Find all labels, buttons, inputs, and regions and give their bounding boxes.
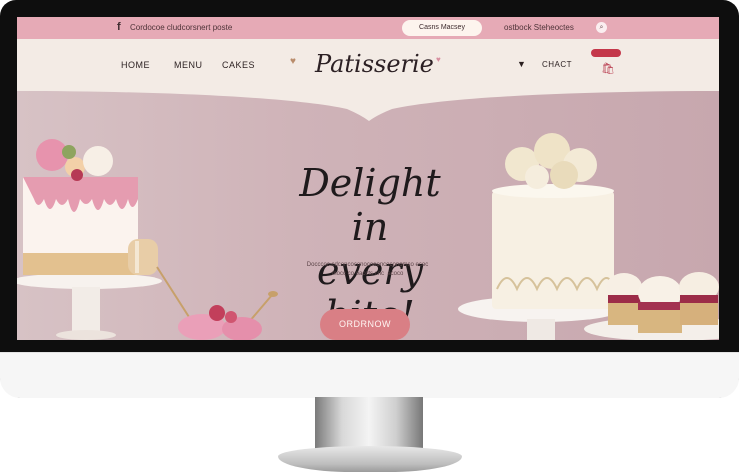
topbar-pill-button[interactable]: Casns Macsey	[402, 20, 482, 36]
heart-icon: ♥	[290, 56, 296, 67]
monitor-stand-neck	[315, 397, 423, 449]
right-cake	[492, 133, 616, 309]
brand-logo[interactable]: Patisserie	[315, 50, 434, 78]
nav-menu[interactable]: MENU	[174, 60, 203, 70]
hero-description: Docccoc cdconcoconocoeoncoconomco ecoc m…	[306, 262, 429, 277]
nav-cakes[interactable]: CAKES	[222, 60, 255, 70]
left-cake	[23, 139, 138, 275]
cart-icon[interactable]: 🛍	[601, 62, 615, 75]
left-cake-stand	[17, 273, 162, 340]
heart-icon: ♥	[436, 55, 441, 64]
nav-contact[interactable]: CHACT	[542, 60, 572, 69]
monitor-stand-base	[278, 446, 462, 472]
monitor-chin	[0, 352, 739, 398]
navbar-scallop	[17, 91, 719, 121]
flag-icon[interactable]: ▼	[517, 59, 526, 69]
facebook-icon[interactable]: f	[117, 21, 121, 33]
topbar-info-text: Cordocoe cludcorsnert poste	[130, 23, 233, 32]
website-screen: f Cordocoe cludcorsnert poste Casns Macs…	[17, 17, 719, 340]
main-navbar: HOME MENU CAKES ♥ Patisserie ♥ ▼ CHACT 🛍	[17, 39, 719, 91]
cart-badge	[591, 49, 621, 57]
order-now-button[interactable]: ORDRNOW	[320, 309, 410, 340]
top-bar: f Cordocoe cludcorsnert poste Casns Macs…	[17, 17, 719, 39]
search-icon[interactable]: ⌕	[596, 22, 607, 33]
nav-home[interactable]: HOME	[121, 60, 150, 70]
macaron	[128, 239, 158, 275]
topbar-contact-text: ostbock Steheoctes	[504, 23, 574, 32]
pink-dessert	[178, 305, 262, 340]
